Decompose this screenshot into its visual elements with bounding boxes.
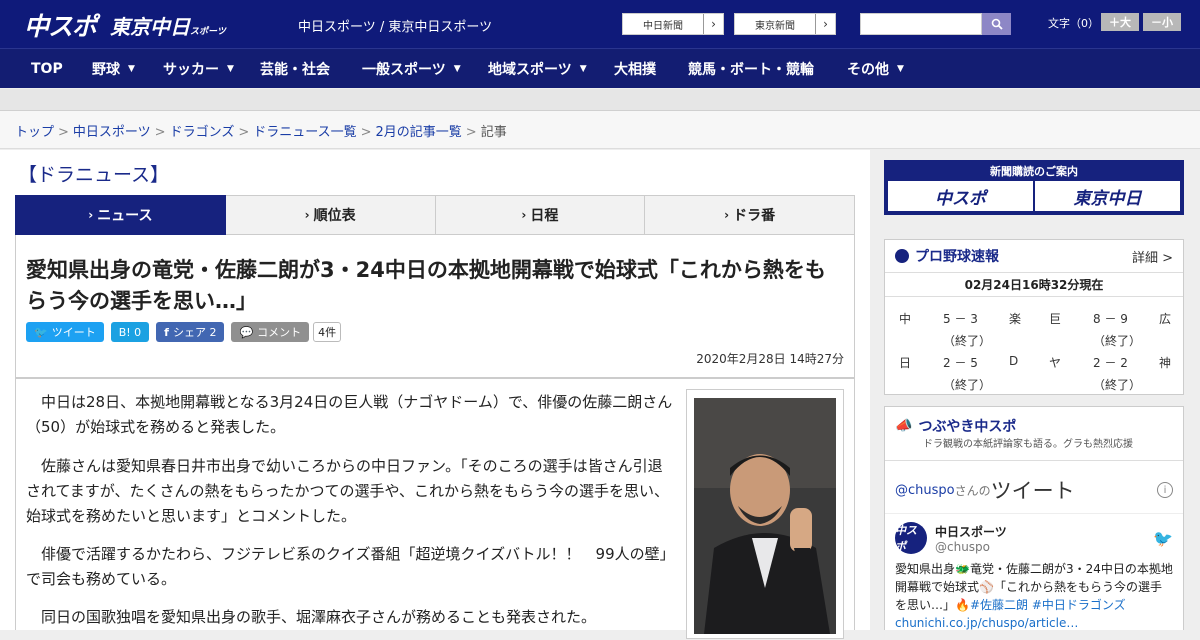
chevron-right-icon: › <box>724 208 730 222</box>
section-tabs: › ニュース › 順位表 › 日程 › ドラ番 <box>15 195 855 242</box>
tab-standings[interactable]: › 順位表 <box>225 195 436 235</box>
font-size-label: 文字（0） <box>1048 17 1099 30</box>
tab-news[interactable]: › ニュース <box>15 195 226 242</box>
breadcrumb-current: 記事 <box>480 125 507 140</box>
chevron-down-icon: ▼ <box>128 64 135 74</box>
tweet-link[interactable]: chunichi.co.jp/chuspo/article… <box>895 616 1078 630</box>
hatena-bookmark-button[interactable]: B! 0 <box>110 322 150 342</box>
baseball-icon <box>895 249 909 263</box>
chevron-down-icon: ▼ <box>579 64 587 74</box>
twitter-widget-header: @chuspo さんの ツイート i <box>885 460 1183 513</box>
tweet-author-handle[interactable]: @chuspo <box>935 540 1007 554</box>
article-paragraph: 同日の国歌独唱を愛知県出身の歌手、堀澤麻衣子さんが務めることも発表された。 <box>41 608 597 626</box>
subscribe-title: 新聞購読のご案内 <box>990 165 1078 178</box>
breadcrumb-chuspo[interactable]: 中日スポーツ <box>73 125 151 140</box>
font-larger-button[interactable]: ＋大 <box>1101 13 1139 31</box>
share-buttons: 🐦 ツイート B! 0 f シェア 2 💬 コメント 4件 <box>26 322 342 342</box>
subscribe-chuspo[interactable]: 中スポ <box>888 181 1033 211</box>
chevron-right-icon: › <box>304 208 310 222</box>
tweet[interactable]: 中スポ 中日スポーツ @chuspo 🐦 愛知県出身🐲竜党・佐藤二朗が3・24中… <box>885 513 1183 640</box>
article-body: 中日は28日、本拠地開幕戦となる3月24日の巨人戦（ナゴヤドーム）で、俳優の佐藤… <box>15 378 855 639</box>
megaphone-icon: 📣 <box>895 418 913 434</box>
tweet-button[interactable]: 🐦 ツイート <box>26 322 104 342</box>
baseball-title: プロ野球速報 <box>915 249 999 265</box>
comment-icon: 💬 <box>239 325 254 339</box>
tokyo-shimbun-button[interactable]: 東京新聞 › <box>734 13 836 35</box>
chevron-right-icon: › <box>815 14 835 34</box>
search-button[interactable] <box>982 13 1011 35</box>
game-score[interactable]: 巨 8 － 9 広 （終了） <box>1037 306 1185 350</box>
comment-count[interactable]: 4件 <box>313 322 342 342</box>
baseball-more-link[interactable]: 詳細 > <box>1132 247 1173 266</box>
chevron-right-icon: › <box>703 14 723 34</box>
person-photo <box>694 398 836 634</box>
comment-button[interactable]: 💬 コメント <box>231 322 310 342</box>
nav-entertainment[interactable]: 芸能・社会 <box>260 49 330 89</box>
nav-baseball[interactable]: 野球 ▼ <box>92 49 135 89</box>
chevron-down-icon: ▼ <box>897 64 904 74</box>
article-paragraph: 佐藤さんは愛知県春日井市出身で幼いころからの中日ファン。「そのころの選手は皆さん… <box>26 457 670 525</box>
tsubuyaki-title: つぶやき中スポ <box>918 419 1017 435</box>
sub-bar <box>0 89 1200 111</box>
font-smaller-button[interactable]: －小 <box>1143 13 1181 31</box>
facebook-icon: f <box>164 325 169 339</box>
game-score[interactable]: ヤ 2 － 2 神 （終了） <box>1037 350 1185 394</box>
article-paragraph: 中日は28日、本拠地開幕戦となる3月24日の巨人戦（ナゴヤドーム）で、俳優の佐藤… <box>26 393 673 436</box>
twitter-handle-link[interactable]: @chuspo <box>895 483 955 498</box>
article-header: 愛知県出身の竜党・佐藤二朗が3・24中日の本拠地開幕戦で始球式「これから熱をもら… <box>15 235 855 378</box>
tweet-author-name[interactable]: 中日スポーツ <box>935 523 1007 540</box>
nav-sumo[interactable]: 大相撲 <box>614 49 656 89</box>
tokyo-chunichi-logo[interactable]: 東京中日スポーツ <box>110 11 226 40</box>
nav-local-sports[interactable]: 地域スポーツ ▼ <box>488 49 587 89</box>
tweet-hashtags[interactable]: #佐藤二朗 #中日ドラゴンズ <box>970 598 1126 612</box>
tab-schedule[interactable]: › 日程 <box>435 195 646 235</box>
article-paragraph: 俳優で活躍するかたわら、フジテレビ系のクイズ番組「超逆境クイズバトル！！ 99人… <box>26 545 675 588</box>
chevron-down-icon: ▼ <box>453 64 461 74</box>
nav-racing[interactable]: 競馬・ボート・競輪 <box>688 49 814 89</box>
nav-general-sports[interactable]: 一般スポーツ ▼ <box>362 49 461 89</box>
nav-top[interactable]: TOP <box>31 49 63 89</box>
article-headline: 愛知県出身の竜党・佐藤二朗が3・24中日の本拠地開幕戦で始球式「これから熱をもら… <box>26 258 826 313</box>
update-time: 02月24日16時32分現在 <box>885 273 1183 297</box>
article-photo[interactable] <box>686 389 844 639</box>
breadcrumb-february-list[interactable]: 2月の記事一覧 <box>376 125 462 140</box>
avatar[interactable]: 中スポ <box>895 522 927 554</box>
search-icon <box>991 18 1003 30</box>
tweet-text: 愛知県出身🐲竜党・佐藤二朗が3・24中日の本拠地開幕戦で始球式⚾「これから熱をも… <box>895 562 1173 630</box>
tsubuyaki-subtitle: ドラ観戦の本紙評論家も語る。グラも熱烈応援 <box>923 439 1133 450</box>
article-date: 2020年2月28日 14時27分 <box>696 352 844 366</box>
nav-soccer[interactable]: サッカー ▼ <box>163 49 234 89</box>
main-nav: TOP 野球 ▼ サッカー ▼ 芸能・社会 一般スポーツ ▼ 地域スポーツ ▼ 大相撲 … <box>0 48 1200 88</box>
site-name: 中日スポーツ / 東京中日スポーツ <box>298 20 493 35</box>
section-title: 【ドラニュース】 <box>18 164 170 186</box>
game-score[interactable]: 中 5 － 3 楽 （終了） <box>887 306 1035 350</box>
chevron-right-icon: › <box>88 208 94 222</box>
baseball-scores-card: プロ野球速報 詳細 > 02月24日16時32分現在 中 5 － 3 楽 （終了… <box>884 239 1184 395</box>
top-header: 中スポ 東京中日スポーツ 中日スポーツ / 東京中日スポーツ 中日新聞 › 東京新… <box>0 0 1200 48</box>
breadcrumb-top[interactable]: トップ <box>15 125 54 140</box>
breadcrumb-dranews-list[interactable]: ドラニュース一覧 <box>253 125 356 140</box>
twitter-icon: 🐦 <box>34 325 48 339</box>
chunichi-shimbun-button[interactable]: 中日新聞 › <box>622 13 724 35</box>
game-score[interactable]: 日 2 － 5 D （終了） <box>887 350 1035 394</box>
nav-other[interactable]: その他 ▼ <box>847 49 904 89</box>
facebook-share-button[interactable]: f シェア 2 <box>156 322 225 342</box>
tab-dora-ban[interactable]: › ドラ番 <box>645 195 855 235</box>
chuspo-logo[interactable]: 中スポ <box>24 7 97 43</box>
chevron-right-icon: › <box>521 208 527 222</box>
twitter-bird-icon: 🐦 <box>1153 528 1173 548</box>
breadcrumb: トップ > 中日スポーツ > ドラゴンズ > ドラニュース一覧 >2月の記事一覧 > 記事 <box>0 111 1200 149</box>
breadcrumb-dragons[interactable]: ドラゴンズ <box>170 125 235 140</box>
chevron-down-icon: ▼ <box>227 64 234 74</box>
info-icon[interactable]: i <box>1157 482 1173 498</box>
subscribe-banner[interactable]: 新聞購読のご案内 中スポ 東京中日 <box>884 160 1184 215</box>
subscribe-tokyo-chunichi[interactable]: 東京中日 <box>1035 181 1180 211</box>
tsubuyaki-card: 📣 つぶやき中スポ ドラ観戦の本紙評論家も語る。グラも熱烈応援 @chuspo さ… <box>884 406 1184 630</box>
search-input[interactable] <box>860 13 982 35</box>
